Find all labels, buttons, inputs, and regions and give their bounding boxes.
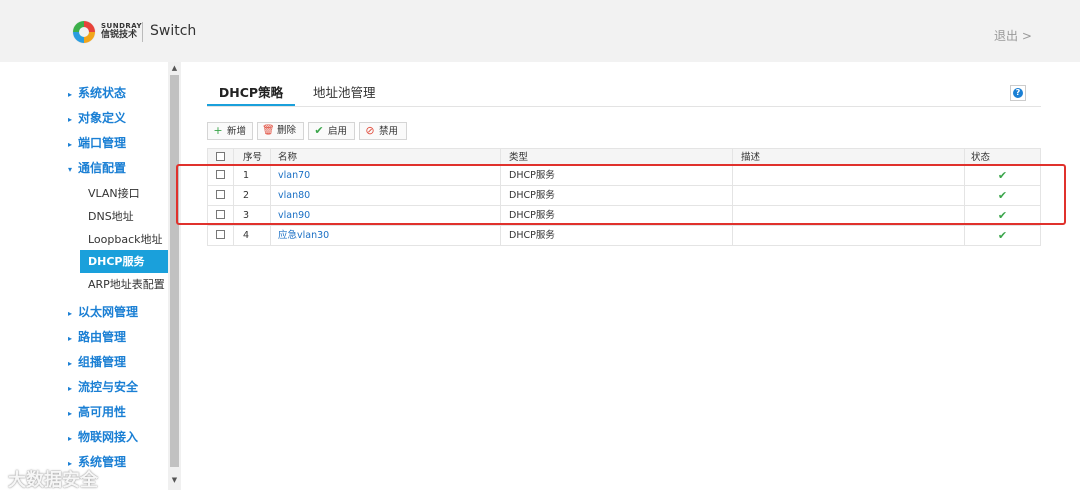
sidebar-item-label: 流控与安全 bbox=[78, 380, 139, 394]
trash-icon: 🗑 bbox=[262, 125, 275, 136]
logo-divider bbox=[142, 22, 143, 42]
chevron-right-icon: ▸ bbox=[68, 309, 73, 318]
brand-text: SUNDRAY 信锐技术 bbox=[101, 22, 142, 40]
sidebar-item-label: 路由管理 bbox=[78, 330, 127, 344]
sundray-logo-icon bbox=[72, 20, 96, 44]
scroll-up-arrow-icon[interactable]: ▲ bbox=[168, 62, 181, 75]
row-desc bbox=[732, 226, 964, 245]
select-all-checkbox[interactable] bbox=[216, 152, 225, 161]
sidebar-item-communication-config[interactable]: ▾ 通信配置 bbox=[68, 159, 126, 177]
help-icon: ? bbox=[1013, 88, 1023, 98]
prohibit-icon: ⊘ bbox=[365, 124, 375, 137]
status-enabled-check-icon: ✔ bbox=[964, 226, 1041, 245]
tab-dhcp-policy[interactable]: DHCP策略 bbox=[207, 84, 295, 106]
sidebar-item-multicast-management[interactable]: ▸ 组播管理 bbox=[68, 353, 126, 371]
tab-divider bbox=[207, 106, 1041, 107]
row-type: DHCP服务 bbox=[500, 226, 732, 245]
sidebar-item-label: 系统状态 bbox=[78, 86, 127, 100]
scrollbar-thumb[interactable] bbox=[170, 75, 179, 467]
brand-cn: 信锐技术 bbox=[101, 30, 138, 40]
chevron-right-icon: ▸ bbox=[68, 384, 73, 393]
chevron-right-icon: ▸ bbox=[68, 434, 73, 443]
disable-label: 禁用 bbox=[379, 126, 399, 137]
header-no: 序号 bbox=[233, 149, 270, 165]
help-button[interactable]: ? bbox=[1010, 85, 1026, 101]
header-desc: 描述 bbox=[732, 149, 964, 165]
row-checkbox-cell bbox=[207, 226, 233, 245]
add-label: 新增 bbox=[227, 126, 247, 137]
add-button[interactable]: + 新增 bbox=[207, 122, 253, 140]
delete-label: 删除 bbox=[277, 125, 297, 136]
row-name-link[interactable]: 应急vlan30 bbox=[270, 226, 500, 245]
header-type: 类型 bbox=[500, 149, 732, 165]
enable-label: 启用 bbox=[328, 126, 348, 137]
app-title: Switch bbox=[150, 23, 197, 39]
sidebar-item-flow-control-security[interactable]: ▸ 流控与安全 bbox=[68, 378, 138, 396]
sidebar-item-system-status[interactable]: ▸ 系统状态 bbox=[68, 84, 126, 102]
chevron-right-icon: ▸ bbox=[68, 115, 73, 124]
row-no: 4 bbox=[233, 226, 270, 245]
sidebar-item-label: 端口管理 bbox=[78, 136, 127, 150]
sidebar-item-routing-management[interactable]: ▸ 路由管理 bbox=[68, 328, 126, 346]
chevron-right-icon: ▸ bbox=[68, 90, 73, 99]
plus-icon: + bbox=[213, 124, 223, 137]
delete-button[interactable]: 🗑 删除 bbox=[257, 122, 304, 140]
chevron-down-icon: ▾ bbox=[68, 165, 73, 174]
sidebar-item-label: 以太网管理 bbox=[78, 305, 139, 319]
sidebar-item-object-definition[interactable]: ▸ 对象定义 bbox=[68, 109, 126, 127]
enable-button[interactable]: ✔ 启用 bbox=[308, 122, 355, 140]
sidebar-item-label: 通信配置 bbox=[78, 161, 127, 175]
sidebar-subitem-arp-table[interactable]: ARP地址表配置 bbox=[80, 273, 168, 296]
chevron-right-icon: ▸ bbox=[68, 409, 73, 418]
tab-address-pool[interactable]: 地址池管理 bbox=[313, 84, 376, 106]
sidebar-item-iot-access[interactable]: ▸ 物联网接入 bbox=[68, 428, 138, 446]
sidebar-item-high-availability[interactable]: ▸ 高可用性 bbox=[68, 403, 126, 421]
sidebar-item-label: 组播管理 bbox=[78, 355, 127, 369]
sidebar-item-label: 高可用性 bbox=[78, 405, 127, 419]
sidebar-subitem-loopback-address[interactable]: Loopback地址 bbox=[80, 228, 168, 251]
sidebar-item-ethernet-management[interactable]: ▸ 以太网管理 bbox=[68, 303, 138, 321]
sidebar: ▸ 系统状态 ▸ 对象定义 ▸ 端口管理 ▾ 通信配置 VLAN接口 DNS地址 Loo… bbox=[0, 62, 182, 501]
scroll-down-arrow-icon[interactable]: ▼ bbox=[168, 474, 181, 487]
chevron-right-icon: ▸ bbox=[68, 359, 73, 368]
select-all-cell bbox=[207, 149, 233, 165]
sidebar-item-label: 对象定义 bbox=[78, 111, 127, 125]
top-header: SUNDRAY 信锐技术 Switch 退出 > bbox=[0, 0, 1080, 62]
check-icon: ✔ bbox=[314, 124, 324, 137]
header-name: 名称 bbox=[270, 149, 500, 165]
sidebar-subitem-dhcp-service[interactable]: DHCP服务 bbox=[80, 250, 168, 273]
sidebar-item-port-management[interactable]: ▸ 端口管理 bbox=[68, 134, 126, 152]
sidebar-item-label: 物联网接入 bbox=[78, 430, 139, 444]
chevron-right-icon: ▸ bbox=[68, 334, 73, 343]
chevron-right-icon: ▸ bbox=[68, 140, 73, 149]
sidebar-subitem-dns-address[interactable]: DNS地址 bbox=[80, 205, 168, 228]
table-row[interactable]: 4 应急vlan30 DHCP服务 ✔ bbox=[207, 226, 1041, 246]
sidebar-scrollbar[interactable]: ▲ ▼ bbox=[168, 62, 181, 490]
header-status: 状态 bbox=[964, 149, 1041, 165]
watermark: 大数据安全 bbox=[8, 470, 98, 491]
sidebar-subitem-vlan-interface[interactable]: VLAN接口 bbox=[80, 182, 168, 205]
row-checkbox[interactable] bbox=[216, 230, 225, 239]
disable-button[interactable]: ⊘ 禁用 bbox=[359, 122, 407, 140]
highlight-annotation-box bbox=[176, 164, 1066, 225]
logout-link[interactable]: 退出 > bbox=[994, 27, 1032, 44]
